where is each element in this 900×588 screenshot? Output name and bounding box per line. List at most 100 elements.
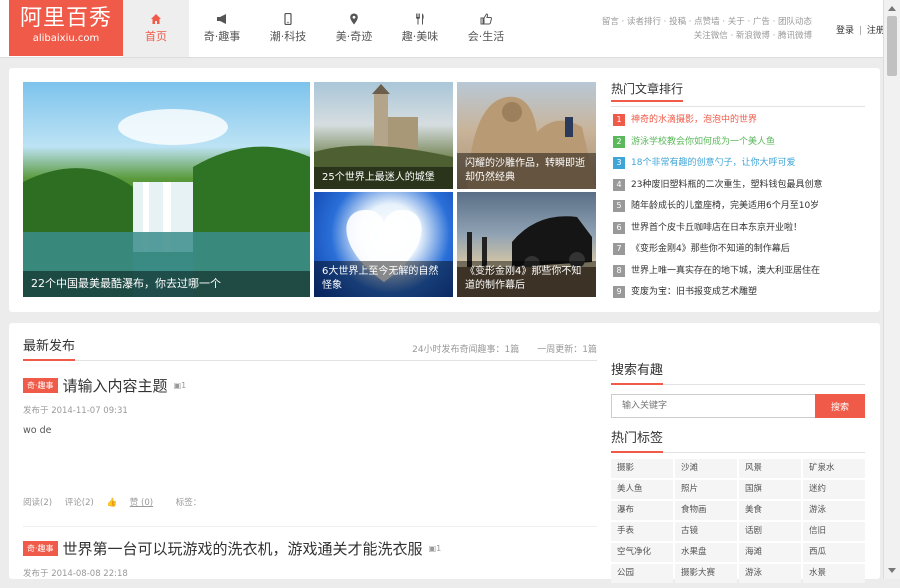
hot-item[interactable]: 8 世界上唯一真实存在的地下城，澳大利亚居住在: [613, 264, 869, 287]
login-register: 登录 | 注册: [836, 23, 885, 36]
nav-label: 奇·趣事: [203, 30, 241, 43]
tag-item[interactable]: 水景: [803, 564, 865, 583]
tag-item[interactable]: 照片: [675, 480, 737, 499]
main-nav: 首页 奇·趣事 潮·科技 美·奇迹 趣·美味 会·生活: [123, 0, 519, 57]
like-button[interactable]: 👍 赞 (0): [107, 498, 164, 508]
latest-stats: 24小时发布奇闻趣事：1篇 一周更新：1篇: [412, 345, 597, 355]
nav-qumeiwei[interactable]: 趣·美味: [387, 0, 453, 57]
top-links-line2[interactable]: 关注微信 · 新浪微博 · 腾讯微博: [590, 29, 812, 43]
tag-cloud: 摄影 沙滩 风景 矿泉水 美人鱼 照片 国旗 迷约 瀑布 食物画 美食 游泳 手…: [611, 459, 865, 583]
tag-item[interactable]: 迷约: [803, 480, 865, 499]
tags-header: 热门标签: [611, 429, 865, 453]
tag-item[interactable]: 古镜: [675, 522, 737, 541]
nav-home[interactable]: 首页: [123, 0, 189, 57]
read-count: 阅读(2): [23, 498, 53, 508]
nav-chaokeji[interactable]: 潮·科技: [255, 0, 321, 57]
latest-title: 最新发布: [23, 337, 76, 361]
tag-item[interactable]: 美人鱼: [611, 480, 673, 499]
cloud-caption: 6大世界上至今无解的自然怪象: [314, 261, 453, 297]
nav-huishenghuo[interactable]: 会·生活: [453, 0, 519, 57]
tag-item[interactable]: 信旧: [803, 522, 865, 541]
tag-item[interactable]: 手表: [611, 522, 673, 541]
tag-item[interactable]: 风景: [739, 459, 801, 478]
fork-knife-icon: [416, 13, 424, 25]
thumbs-up-icon: [480, 13, 492, 25]
image-count: ▣1: [173, 381, 187, 390]
tag-item[interactable]: 话剧: [739, 522, 801, 541]
search-button[interactable]: 搜索: [815, 394, 865, 418]
latest-header: 最新发布 24小时发布奇闻趣事：1篇 一周更新：1篇: [23, 337, 597, 361]
featured-cloud[interactable]: 6大世界上至今无解的自然怪象: [314, 192, 453, 297]
featured-caption: 22个中国最美最酷瀑布，你去过哪一个: [23, 271, 310, 297]
nav-qiqushi[interactable]: 奇·趣事: [189, 0, 255, 57]
tag-item[interactable]: 水果盘: [675, 543, 737, 562]
tag-item[interactable]: 西瓜: [803, 543, 865, 562]
tag-item[interactable]: 国旗: [739, 480, 801, 499]
login-link[interactable]: 登录: [836, 26, 854, 36]
tag-item[interactable]: 海滩: [739, 543, 801, 562]
featured-panel: 22个中国最美最酷瀑布，你去过哪一个 25个世界上最迷人的城堡 闪耀的沙雕作品，…: [9, 68, 880, 312]
tag-item[interactable]: 游泳: [739, 564, 801, 583]
hot-item[interactable]: 7 《变形金刚4》那些你不知道的制作幕后: [613, 243, 869, 265]
hot-item[interactable]: 6 世界首个皮卡丘咖啡店在日本东京开业啦！: [613, 221, 869, 244]
hot-item[interactable]: 5 随年龄成长的儿童座椅，完美适用6个月至10岁: [613, 200, 869, 222]
tag-item[interactable]: 食物画: [675, 501, 737, 520]
post-title[interactable]: 世界第一台可以玩游戏的洗衣机，游戏通关才能洗衣服: [63, 540, 423, 558]
site-header: 阿里百秀 alibaixiu.com 首页 奇·趣事 潮·科技 美·奇迹 趣·美…: [0, 0, 900, 58]
tag-item[interactable]: 摄影大赛: [675, 564, 737, 583]
post-meta: 阅读(2) 评论(2) 👍 赞 (0) 标签：: [23, 496, 211, 508]
scroll-up-arrow-icon[interactable]: [888, 6, 896, 11]
image-count: ▣1: [428, 544, 442, 553]
post-date: 发布于 2014-08-08 22:18: [23, 569, 128, 579]
top-links-line1[interactable]: 留言 · 读者排行 · 投稿 · 点赞墙 · 关于 · 广告 · 团队动态: [590, 15, 812, 29]
post-date: 发布于 2014-11-07 09:31: [23, 406, 128, 416]
tag-item[interactable]: 公园: [611, 564, 673, 583]
sand-caption: 闪耀的沙雕作品，转瞬即逝却仍然经典: [457, 153, 596, 189]
megaphone-icon: [217, 14, 226, 24]
search-title: 搜索有趣: [611, 361, 664, 385]
tags-title: 热门标签: [611, 429, 664, 453]
tag-item[interactable]: 矿泉水: [803, 459, 865, 478]
latest-panel: 最新发布 24小时发布奇闻趣事：1篇 一周更新：1篇 奇·趣事 请输入内容主题 ▣1…: [9, 323, 880, 583]
category-tag[interactable]: 奇·趣事: [23, 541, 58, 556]
tag-item[interactable]: 摄影: [611, 459, 673, 478]
nav-label: 首页: [145, 30, 167, 43]
page-scrollbar[interactable]: [883, 0, 900, 579]
featured-castle[interactable]: 25个世界上最迷人的城堡: [314, 82, 453, 189]
scroll-down-arrow-icon[interactable]: [888, 568, 896, 573]
site-logo[interactable]: 阿里百秀 alibaixiu.com: [9, 0, 123, 56]
location-pin-icon: [350, 13, 358, 25]
tag-item[interactable]: 空气净化: [611, 543, 673, 562]
image-icon: ▣: [428, 544, 437, 553]
tag-item[interactable]: 沙滩: [675, 459, 737, 478]
tag-item[interactable]: 美食: [739, 501, 801, 520]
featured-sand[interactable]: 闪耀的沙雕作品，转瞬即逝却仍然经典: [457, 82, 596, 189]
post-title[interactable]: 请输入内容主题: [63, 377, 168, 395]
nav-label: 会·生活: [467, 30, 505, 43]
featured-waterfall[interactable]: 22个中国最美最酷瀑布，你去过哪一个: [23, 82, 310, 297]
tag-item[interactable]: 游泳: [803, 501, 865, 520]
thumbs-up-icon: 👍: [106, 498, 118, 508]
nav-label: 美·奇迹: [335, 30, 373, 43]
logo-url: alibaixiu.com: [32, 33, 100, 44]
castle-caption: 25个世界上最迷人的城堡: [314, 167, 453, 189]
hot-articles-list: 1 神奇的水滴摄影，泡泡中的世界 2 游泳学校教会你如何成为一个美人鱼 3 18个非常…: [613, 114, 869, 308]
comment-count[interactable]: 评论(2): [65, 498, 94, 508]
hot-item[interactable]: 9 变废为宝：旧书报变成艺术雕塑: [613, 286, 869, 308]
hot-item[interactable]: 2 游泳学校教会你如何成为一个美人鱼: [613, 135, 869, 158]
featured-car[interactable]: 《变形金刚4》那些你不知道的制作幕后: [457, 192, 596, 297]
top-links[interactable]: 留言 · 读者排行 · 投稿 · 点赞墙 · 关于 · 广告 · 团队动态 关注…: [590, 15, 812, 43]
image-icon: ▣: [173, 381, 182, 390]
separator: |: [858, 26, 862, 36]
search-header: 搜索有趣: [611, 361, 865, 385]
tag-item[interactable]: 瀑布: [611, 501, 673, 520]
post-tags: 标签：: [175, 498, 202, 508]
hot-item[interactable]: 1 神奇的水滴摄影，泡泡中的世界: [613, 114, 869, 136]
search-input[interactable]: [611, 394, 815, 418]
scroll-thumb[interactable]: [887, 16, 897, 76]
hot-item[interactable]: 3 18个非常有趣的创意勺子，让你大呼可爱: [613, 157, 869, 179]
nav-meiqiji[interactable]: 美·奇迹: [321, 0, 387, 57]
category-tag[interactable]: 奇·趣事: [23, 378, 58, 393]
hot-item[interactable]: 4 23种废旧塑料瓶的二次重生，塑料钱包最具创意: [613, 178, 869, 201]
nav-label: 潮·科技: [269, 30, 307, 43]
